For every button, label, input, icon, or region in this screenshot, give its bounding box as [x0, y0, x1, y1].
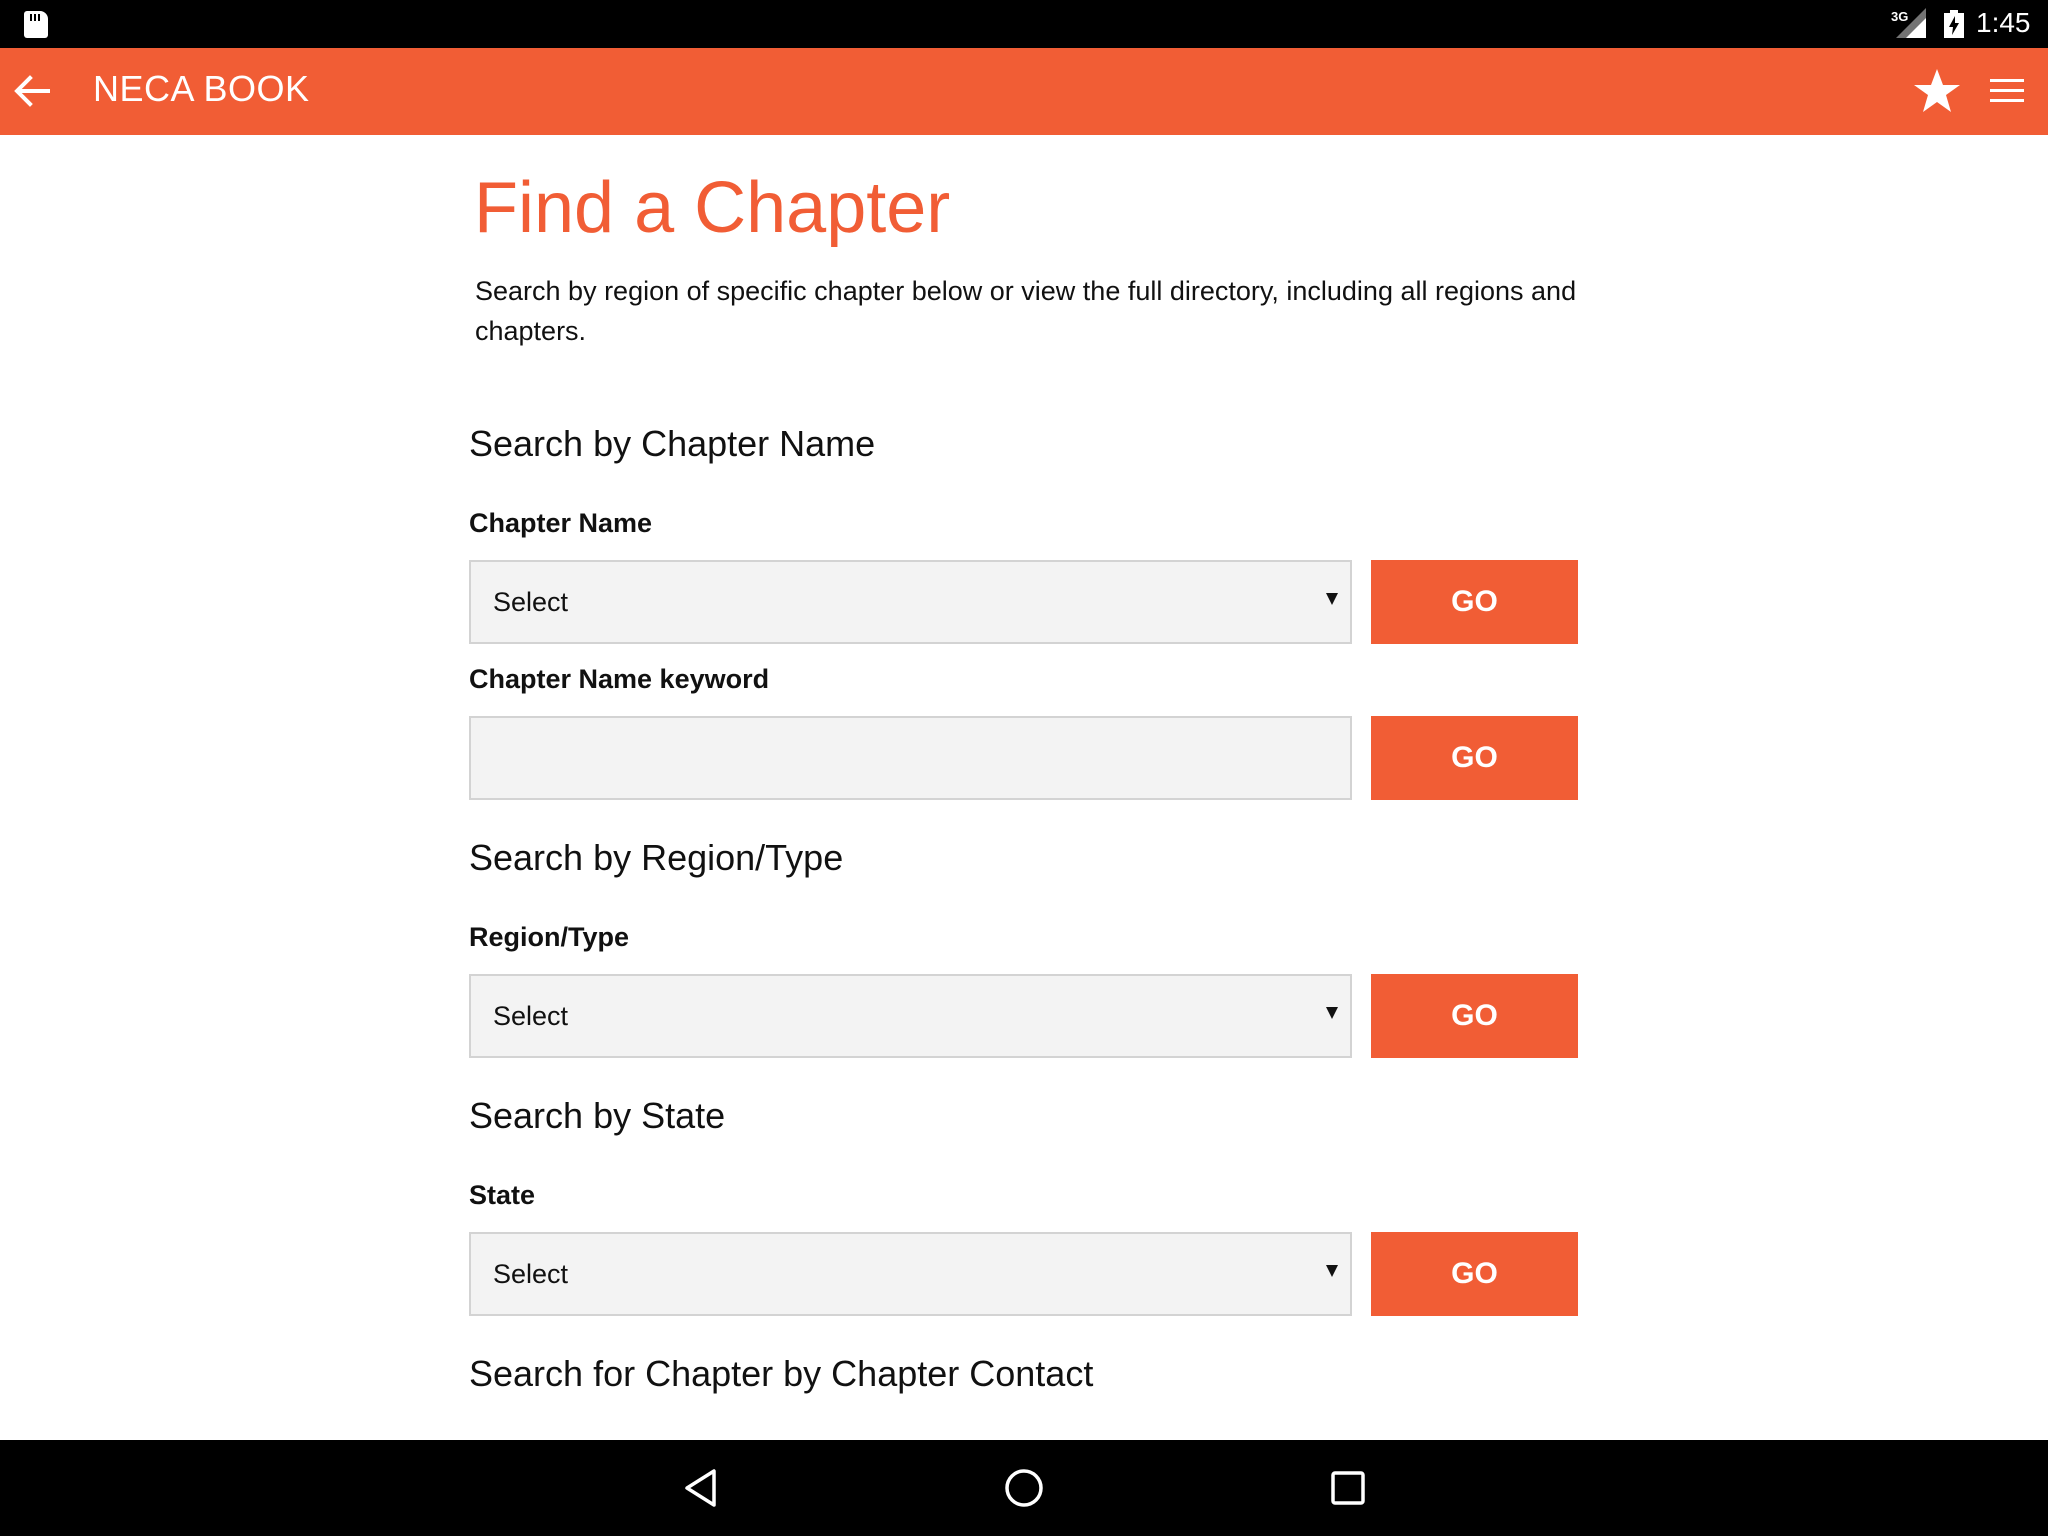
- section-heading-contact: Search for Chapter by Chapter Contact: [469, 1353, 1094, 1394]
- dropdown-arrow-icon: [1326, 593, 1338, 605]
- system-nav-bar: [0, 1440, 2048, 1536]
- sd-card-icon: [24, 11, 48, 38]
- page-title: Find a Chapter: [474, 168, 951, 248]
- status-bar: 3G 1:45: [0, 0, 2048, 48]
- star-icon: [1914, 69, 1960, 112]
- favorite-button[interactable]: [1910, 64, 1964, 118]
- chapter-keyword-input[interactable]: [469, 716, 1352, 800]
- nav-home-button[interactable]: [994, 1458, 1054, 1518]
- section-heading-state: Search by State: [469, 1095, 726, 1136]
- signal-icon: [1896, 8, 1926, 38]
- state-select[interactable]: Select: [469, 1232, 1352, 1316]
- chapter-name-select[interactable]: Select: [469, 560, 1352, 644]
- intro-text: Search by region of specific chapter bel…: [475, 276, 1577, 346]
- chapter-name-label: Chapter Name: [469, 508, 653, 538]
- menu-button[interactable]: [1984, 68, 2030, 114]
- clock: 1:45: [1976, 7, 2031, 38]
- region-select-value: Select: [493, 1000, 569, 1031]
- chapter-keyword-go-button[interactable]: GO: [1371, 716, 1578, 800]
- back-button[interactable]: [10, 69, 54, 113]
- main-content[interactable]: Find a Chapter Search by region of speci…: [0, 135, 2048, 1440]
- region-label: Region/Type: [469, 922, 630, 952]
- nav-back-button[interactable]: [670, 1458, 730, 1518]
- section-heading-region: Search by Region/Type: [469, 837, 844, 878]
- chapter-name-select-value: Select: [493, 586, 569, 617]
- app-title: NECA BOOK: [93, 68, 310, 109]
- arrow-left-icon: [14, 75, 50, 107]
- app-bar: NECA BOOK: [0, 48, 2048, 135]
- region-go-button[interactable]: GO: [1371, 974, 1578, 1058]
- chapter-keyword-label: Chapter Name keyword: [469, 664, 770, 694]
- dropdown-arrow-icon: [1326, 1007, 1338, 1019]
- triangle-back-icon: [685, 1469, 716, 1507]
- circle-home-icon: [1005, 1469, 1043, 1507]
- state-label: State: [469, 1180, 536, 1210]
- state-select-value: Select: [493, 1258, 569, 1289]
- nav-recents-button[interactable]: [1318, 1458, 1378, 1518]
- square-recents-icon: [1331, 1471, 1365, 1505]
- hamburger-menu-icon: [1990, 79, 2024, 102]
- dropdown-arrow-icon: [1326, 1265, 1338, 1277]
- chapter-name-go-button[interactable]: GO: [1371, 560, 1578, 644]
- state-go-button[interactable]: GO: [1371, 1232, 1578, 1316]
- region-select[interactable]: Select: [469, 974, 1352, 1058]
- section-heading-chapter-name: Search by Chapter Name: [469, 423, 876, 464]
- battery-charging-icon: [1944, 10, 1964, 38]
